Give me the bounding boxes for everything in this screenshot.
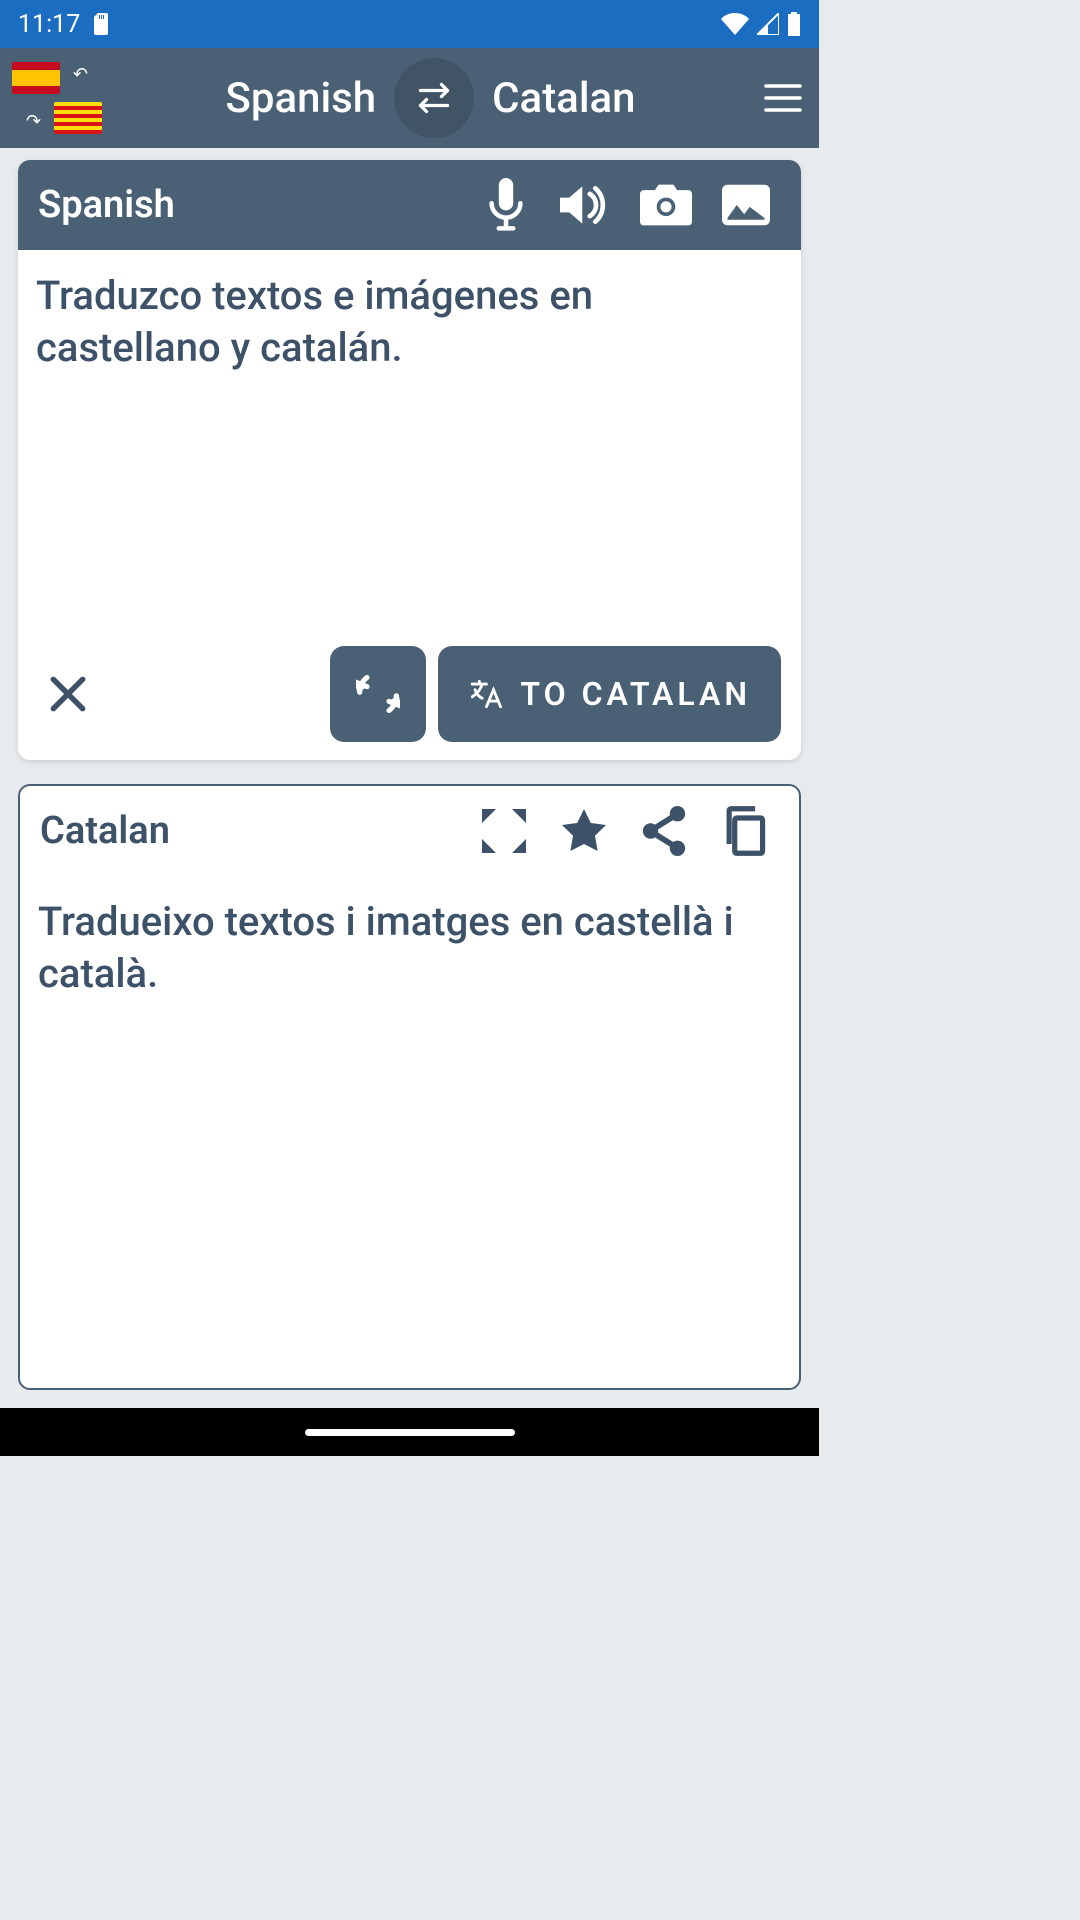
share-button[interactable] (629, 796, 699, 866)
camera-button[interactable] (631, 170, 701, 240)
clear-button[interactable] (38, 664, 98, 724)
copy-button[interactable] (709, 796, 779, 866)
sd-card-icon (92, 13, 110, 35)
swap-languages-button[interactable] (394, 58, 474, 138)
favorite-button[interactable] (549, 796, 619, 866)
swap-arrow-icon: ↷ (26, 111, 41, 132)
home-indicator[interactable] (305, 1429, 515, 1436)
status-bar: 11:17 (0, 0, 819, 48)
microphone-button[interactable] (471, 170, 541, 240)
flag-catalan-icon (54, 102, 102, 134)
target-header: Catalan (20, 786, 799, 876)
app-logo[interactable]: ↶ ↷ (12, 58, 102, 138)
translate-button[interactable]: TO CATALAN (438, 646, 781, 742)
battery-icon (787, 12, 801, 36)
speaker-button[interactable] (551, 170, 621, 240)
target-language-label[interactable]: Catalan (492, 74, 635, 123)
wifi-icon (721, 13, 749, 35)
translate-button-label: TO CATALAN (520, 675, 751, 713)
flag-spain-icon (12, 62, 60, 94)
image-button[interactable] (711, 170, 781, 240)
source-language-label[interactable]: Spanish (225, 74, 376, 123)
swap-arrow-icon: ↶ (73, 64, 88, 85)
refresh-button[interactable] (330, 646, 426, 742)
signal-icon (757, 13, 779, 35)
translate-icon (468, 677, 502, 711)
menu-button[interactable] (759, 83, 807, 113)
status-time: 11:17 (18, 10, 80, 39)
app-header: ↶ ↷ Spanish Catalan (0, 48, 819, 148)
source-card: Spanish Traduzco textos e imágenes en ca… (18, 160, 801, 760)
target-text-output: Tradueixo textos i imatges en castellà i… (20, 876, 799, 1388)
target-card-label: Catalan (40, 809, 459, 853)
target-card: Catalan Tradueixo textos i imatges en ca… (18, 784, 801, 1390)
source-card-label: Spanish (38, 183, 461, 227)
source-text-input[interactable]: Traduzco textos e imágenes en castellano… (18, 250, 801, 646)
fullscreen-button[interactable] (469, 796, 539, 866)
source-header: Spanish (18, 160, 801, 250)
navigation-bar (0, 1408, 819, 1456)
